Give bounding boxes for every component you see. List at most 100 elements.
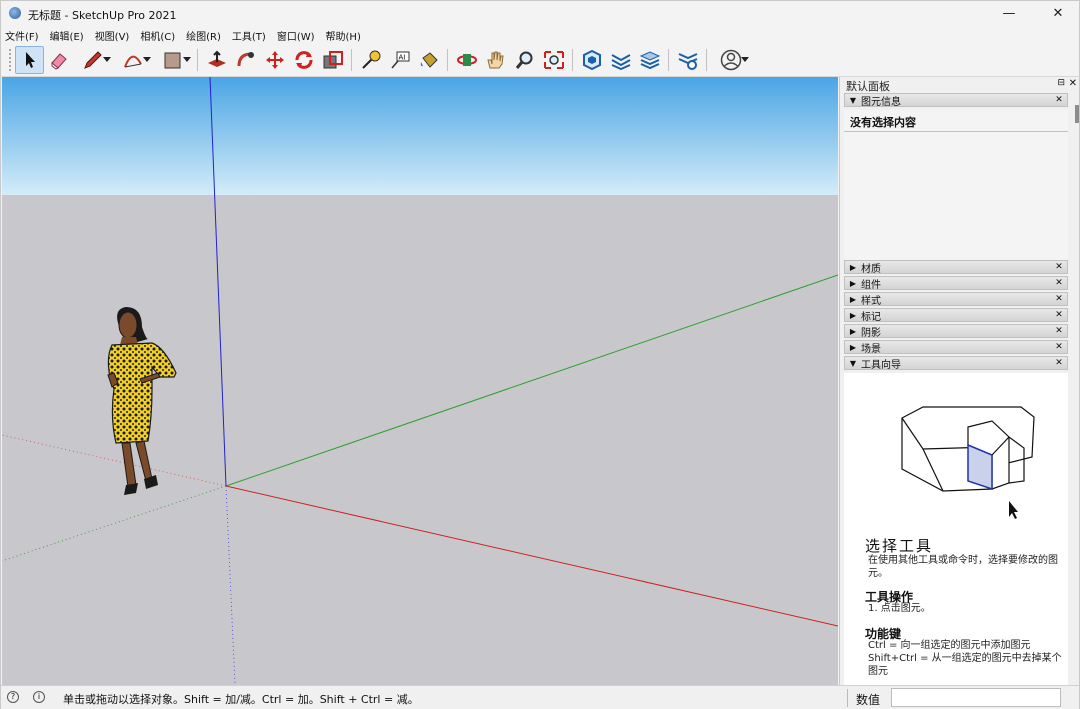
- layout-icon: [639, 51, 660, 70]
- tray-styles-header[interactable]: ▶ 样式 ✕: [844, 292, 1068, 307]
- paint-bucket-tool-button[interactable]: [414, 46, 443, 74]
- 3d-warehouse-button[interactable]: [577, 46, 606, 74]
- zoom-extents-tool-button[interactable]: [539, 46, 568, 74]
- chevron-down-icon: [741, 57, 749, 62]
- menu-tools[interactable]: 工具(T): [232, 28, 266, 43]
- close-button[interactable]: ✕: [1035, 1, 1080, 26]
- close-icon[interactable]: ✕: [1054, 357, 1064, 369]
- toolbar-separator: [572, 49, 573, 71]
- pin-icon[interactable]: ⊟: [1057, 78, 1065, 88]
- sky: [2, 77, 838, 195]
- account-button[interactable]: [711, 46, 751, 74]
- push-pull-tool-button[interactable]: [202, 46, 231, 74]
- close-icon[interactable]: ✕: [1054, 293, 1064, 305]
- tray-label: 组件: [861, 279, 881, 291]
- menu-help[interactable]: 帮助(H): [326, 28, 361, 43]
- toolbar-separator: [197, 49, 198, 71]
- modeling-viewport[interactable]: [2, 77, 838, 685]
- viewport-canvas[interactable]: [2, 77, 838, 685]
- close-icon[interactable]: ✕: [1054, 94, 1064, 106]
- menu-bar: 文件(F) 编辑(E) 视图(V) 相机(C) 绘图(R) 工具(T) 窗口(W…: [1, 26, 1079, 44]
- entity-info-header[interactable]: ▼ 图元信息 ✕: [844, 93, 1068, 108]
- tool-operation-step: 1. 点击图元。: [868, 603, 931, 614]
- follow-me-tool-button[interactable]: [231, 46, 260, 74]
- close-icon[interactable]: ✕: [1054, 325, 1064, 337]
- menu-file[interactable]: 文件(F): [5, 28, 39, 43]
- entity-info-body: [844, 132, 1068, 262]
- info-icon[interactable]: i: [33, 691, 45, 703]
- sketchup-logo-icon: [9, 7, 21, 19]
- menu-view[interactable]: 视图(V): [95, 28, 130, 43]
- close-icon[interactable]: ✕: [1054, 309, 1064, 321]
- menu-draw[interactable]: 绘图(R): [186, 28, 221, 43]
- geo-location-icon[interactable]: ?: [7, 691, 19, 703]
- tape-measure-tool-button[interactable]: [356, 46, 385, 74]
- instructor-header[interactable]: ▼ 工具向导 ✕: [844, 356, 1068, 371]
- close-icon[interactable]: ✕: [1054, 261, 1064, 273]
- tray-label: 样式: [861, 295, 881, 307]
- arc-icon: [124, 55, 142, 68]
- tray-close-icon[interactable]: ✕: [1069, 78, 1077, 89]
- follow-me-icon: [237, 52, 254, 67]
- eraser-icon: [50, 53, 67, 70]
- toolbar-separator: [351, 49, 352, 71]
- menu-window[interactable]: 窗口(W): [277, 28, 315, 43]
- account-icon: [720, 49, 742, 71]
- measurements-label: 数值: [856, 693, 881, 707]
- collapsed-triangle-icon: ▶: [849, 342, 857, 352]
- scale-tool-button[interactable]: [318, 46, 347, 74]
- move-icon: [265, 51, 284, 69]
- menu-camera[interactable]: 相机(C): [140, 28, 175, 43]
- status-bar: ? i 单击或拖动以选择对象。Shift = 加/减。Ctrl = 加。Shif…: [1, 685, 1079, 709]
- chevron-down-icon: [183, 57, 191, 62]
- rectangle-tool-button[interactable]: [153, 46, 193, 74]
- tray-components-header[interactable]: ▶ 组件 ✕: [844, 276, 1068, 291]
- line-tool-button[interactable]: [73, 46, 113, 74]
- measurements-input[interactable]: [891, 688, 1061, 707]
- toolbar-separator: [668, 49, 669, 71]
- default-tray: 默认面板 ⊟ ✕ ▼ 图元信息 ✕ 没有选择内容 ▶ 材质 ✕ ▶ 组件 ✕ ▶…: [839, 77, 1079, 685]
- main-toolbar: AI: [1, 44, 1079, 77]
- select-tool-button[interactable]: [15, 46, 44, 74]
- layout-button[interactable]: [635, 46, 664, 74]
- extension-manager-button[interactable]: [673, 46, 702, 74]
- extension-manager-icon: [678, 53, 697, 70]
- tray-scrollbar[interactable]: [1075, 105, 1079, 123]
- scale-icon: [323, 51, 343, 69]
- tray-shadows-header[interactable]: ▶ 阴影 ✕: [844, 324, 1068, 339]
- extension-warehouse-button[interactable]: [606, 46, 635, 74]
- pan-tool-button[interactable]: [481, 46, 510, 74]
- tray-label: 标记: [861, 311, 881, 323]
- toolbar-grip[interactable]: [9, 49, 12, 71]
- expanded-triangle-icon: ▼: [849, 358, 857, 368]
- rectangle-icon: [164, 52, 181, 69]
- menu-edit[interactable]: 编辑(E): [50, 28, 84, 43]
- collapsed-triangle-icon: ▶: [849, 326, 857, 336]
- tray-label: 阴影: [861, 327, 881, 339]
- tray-materials-header[interactable]: ▶ 材质 ✕: [844, 260, 1068, 275]
- sketchup-window: 无标题 - SketchUp Pro 2021 — ✕ 文件(F) 编辑(E) …: [0, 0, 1080, 709]
- zoom-tool-button[interactable]: [510, 46, 539, 74]
- entity-info-label: 图元信息: [861, 96, 901, 108]
- instructor-description: 在使用其他工具或命令时，选择要修改的图元。: [868, 555, 1058, 579]
- modifier-key-line: Shift+Ctrl = 从一组选定的图元中去掉某个图元: [868, 653, 1062, 677]
- select-tool-illustration: [901, 406, 1035, 519]
- move-tool-button[interactable]: [260, 46, 289, 74]
- close-icon[interactable]: ✕: [1054, 277, 1064, 289]
- tray-tags-header[interactable]: ▶ 标记 ✕: [844, 308, 1068, 323]
- text-tool-button[interactable]: AI: [385, 46, 414, 74]
- tape-measure-icon: [361, 50, 380, 69]
- tray-scenes-header[interactable]: ▶ 场景 ✕: [844, 340, 1068, 355]
- eraser-tool-button[interactable]: [44, 46, 73, 74]
- arc-tool-button[interactable]: [113, 46, 153, 74]
- close-icon[interactable]: ✕: [1054, 341, 1064, 353]
- window-title: 无标题 - SketchUp Pro 2021: [28, 9, 177, 22]
- orbit-tool-button[interactable]: [452, 46, 481, 74]
- pencil-line-icon: [84, 51, 102, 69]
- collapsed-triangle-icon: ▶: [849, 310, 857, 320]
- 3d-warehouse-icon: [582, 50, 601, 70]
- rotate-tool-button[interactable]: [289, 46, 318, 74]
- chevron-down-icon: [143, 57, 151, 62]
- status-divider: [847, 689, 848, 707]
- title-bar: 无标题 - SketchUp Pro 2021 — ✕: [1, 1, 1079, 26]
